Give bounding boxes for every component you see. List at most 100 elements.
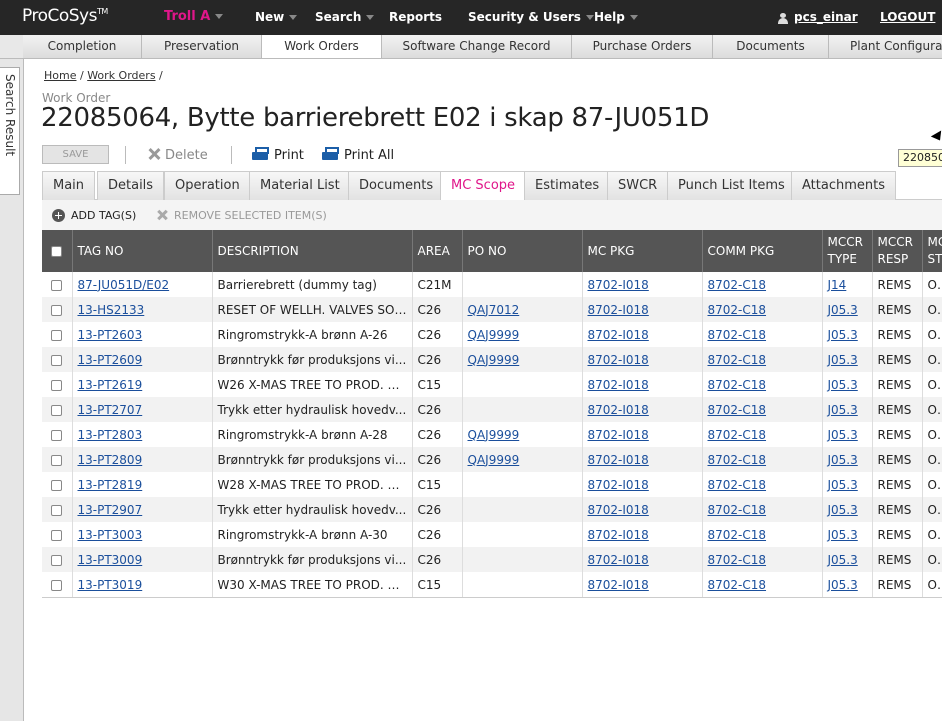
mc-pkg-link[interactable]: 8702-I018 [588,353,649,367]
mccr-type-link[interactable]: J05.3 [828,353,858,367]
table-row[interactable]: 13-PT2609 Brønntrykk før produksjons vi..… [42,347,942,372]
comm-pkg-link[interactable]: 8702-C18 [708,453,767,467]
comm-pkg-link[interactable]: 8702-C18 [708,578,767,592]
tab-operation[interactable]: Operation [164,171,251,200]
column-header-tag-no[interactable]: TAG NO [72,230,213,272]
delete-button[interactable]: Delete [147,147,208,163]
comm-pkg-link[interactable]: 8702-C18 [708,378,767,392]
print-button[interactable]: Print [252,147,304,163]
module-tab-completion[interactable]: Completion [23,35,142,58]
remove-selected-button[interactable]: REMOVE SELECTED ITEM(S) [156,209,327,222]
module-tab-purchase-orders[interactable]: Purchase Orders [572,35,713,58]
save-button[interactable]: SAVE [42,145,109,164]
comm-pkg-link[interactable]: 8702-C18 [708,403,767,417]
mc-pkg-link[interactable]: 8702-I018 [588,478,649,492]
app-logo[interactable]: ProCoSysTM [22,6,108,26]
comm-pkg-link[interactable]: 8702-C18 [708,553,767,567]
nav-new[interactable]: New [255,10,298,24]
row-checkbox[interactable] [51,329,63,341]
mccr-type-link[interactable]: J05.3 [828,328,858,342]
row-checkbox[interactable] [51,454,63,466]
table-row[interactable]: 13-PT2603 Ringromstrykk-A brønn A-26 C26 QA… [42,322,942,347]
table-row[interactable]: 13-PT2819 W28 X-MAS TREE TO PROD. M... C15… [42,472,942,497]
search-result-toggle[interactable]: Search Result [0,67,20,195]
breadcrumb-home[interactable]: Home [44,69,76,82]
nav-help[interactable]: Help [594,10,638,24]
table-row[interactable]: 13-PT3009 Brønntrykk før produksjons vi..… [42,547,942,572]
table-row[interactable]: 13-PT2619 W26 X-MAS TREE TO PROD. M... C15… [42,372,942,397]
tag-no-link[interactable]: 13-PT2907 [78,503,143,517]
mc-pkg-link[interactable]: 8702-I018 [588,503,649,517]
comm-pkg-link[interactable]: 8702-C18 [708,478,767,492]
breadcrumb-work-orders[interactable]: Work Orders [87,69,155,82]
tag-no-link[interactable]: 13-HS2133 [78,303,145,317]
column-header-mc-pkg[interactable]: MC PKG [582,230,703,272]
row-checkbox[interactable] [51,404,63,416]
mccr-type-link[interactable]: J05.3 [828,378,858,392]
column-header-mccr-type[interactable]: MCCR TYPE [822,230,873,272]
mc-pkg-link[interactable]: 8702-I018 [588,278,649,292]
tag-no-link[interactable]: 13-PT2809 [78,453,143,467]
tag-no-link[interactable]: 13-PT2619 [78,378,143,392]
plant-selector[interactable]: Troll A [164,9,224,24]
row-checkbox[interactable] [51,529,63,541]
tag-no-link[interactable]: 13-PT2819 [78,478,143,492]
po-no-link[interactable]: QAJ9999 [468,328,520,342]
row-checkbox[interactable] [51,504,63,516]
column-header-mc-status[interactable]: MCST. [922,230,942,272]
tag-no-link[interactable]: 13-PT2609 [78,353,143,367]
add-tags-button[interactable]: ADD TAG(S) [52,209,136,222]
comm-pkg-link[interactable]: 8702-C18 [708,328,767,342]
mccr-type-link[interactable]: J05.3 [828,578,858,592]
po-no-link[interactable]: QAJ9999 [468,453,520,467]
logout-link[interactable]: LOGOUT [880,10,935,24]
table-row[interactable]: 13-PT2907 Trykk etter hydraulisk hovedv..… [42,497,942,522]
module-tab-documents[interactable]: Documents [713,35,829,58]
table-row[interactable]: 13-PT3003 Ringromstrykk-A brønn A-30 C26 87… [42,522,942,547]
mccr-type-link[interactable]: J05.3 [828,553,858,567]
comm-pkg-link[interactable]: 8702-C18 [708,503,767,517]
tab-punch-list-items[interactable]: Punch List Items [667,171,796,200]
po-no-link[interactable]: QAJ7012 [468,303,520,317]
mccr-type-link[interactable]: J05.3 [828,503,858,517]
tab-main[interactable]: Main [42,171,96,200]
mc-pkg-link[interactable]: 8702-I018 [588,328,649,342]
table-row[interactable]: 87-JU051D/E02 Barrierebrett (dummy tag) C2… [42,272,942,297]
mc-pkg-link[interactable]: 8702-I018 [588,453,649,467]
row-checkbox[interactable] [51,354,63,366]
module-tab-plant-configuration[interactable]: Plant Configurati [829,35,942,58]
mccr-type-link[interactable]: J05.3 [828,403,858,417]
mccr-type-link[interactable]: J05.3 [828,303,858,317]
comm-pkg-link[interactable]: 8702-C18 [708,278,767,292]
row-checkbox[interactable] [51,579,63,591]
tag-no-link[interactable]: 13-PT2803 [78,428,143,442]
table-row[interactable]: 13-HS2133 RESET OF WELLH. VALVES SOUTH C26… [42,297,942,322]
tag-no-link[interactable]: 13-PT3009 [78,553,143,567]
tag-no-link[interactable]: 87-JU051D/E02 [78,278,170,292]
module-tab-software-change-record[interactable]: Software Change Record [382,35,572,58]
module-tab-work-orders[interactable]: Work Orders [262,35,382,58]
column-header-description[interactable]: DESCRIPTION [212,230,413,272]
mccr-type-link[interactable]: J05.3 [828,528,858,542]
comm-pkg-link[interactable]: 8702-C18 [708,303,767,317]
comm-pkg-link[interactable]: 8702-C18 [708,353,767,367]
column-header-area[interactable]: AREA [412,230,463,272]
mccr-type-link[interactable]: J05.3 [828,478,858,492]
comm-pkg-link[interactable]: 8702-C18 [708,428,767,442]
tag-no-link[interactable]: 13-PT3019 [78,578,143,592]
tab-mc-scope[interactable]: MC Scope [440,171,527,201]
nav-security-users[interactable]: Security & Users [468,10,594,24]
mc-pkg-link[interactable]: 8702-I018 [588,403,649,417]
mc-pkg-link[interactable]: 8702-I018 [588,578,649,592]
mc-pkg-link[interactable]: 8702-I018 [588,378,649,392]
tag-no-link[interactable]: 13-PT3003 [78,528,143,542]
mccr-type-link[interactable]: J05.3 [828,453,858,467]
tag-no-link[interactable]: 13-PT2603 [78,328,143,342]
module-tab-preservation[interactable]: Preservation [142,35,262,58]
po-no-link[interactable]: QAJ9999 [468,353,520,367]
mc-pkg-link[interactable]: 8702-I018 [588,428,649,442]
row-checkbox[interactable] [51,554,63,566]
mc-pkg-link[interactable]: 8702-I018 [588,528,649,542]
print-all-button[interactable]: Print All [322,147,394,163]
column-header-comm-pkg[interactable]: COMM PKG [702,230,823,272]
